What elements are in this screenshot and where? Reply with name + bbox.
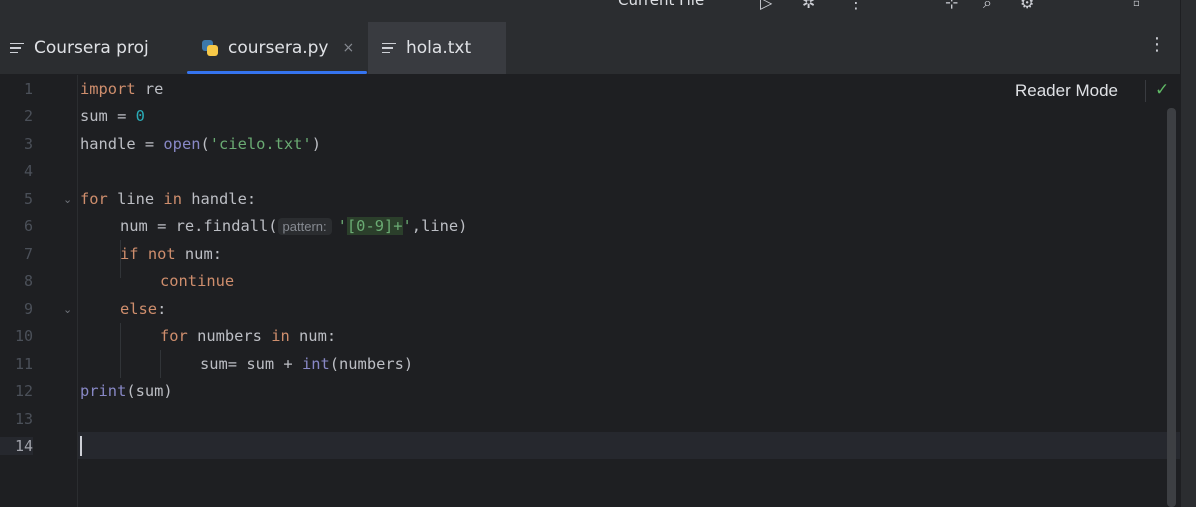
python-icon [201, 39, 219, 57]
code-line: for line in handle: [80, 190, 257, 208]
editor-tab-bar: Coursera proj coursera.py × hola.txt ⋮ [0, 22, 1180, 75]
text-lines-icon [10, 40, 24, 57]
current-line-highlight [78, 432, 1180, 459]
fold-chevron-icon[interactable]: ⌄ [63, 303, 72, 316]
run-icon[interactable]: ▷ [760, 0, 772, 12]
line-number: 6 [23, 217, 33, 235]
run-configuration-selector[interactable]: Current File ˅ [618, 0, 716, 9]
line-number-gutter[interactable]: 1 2 3 4 5 6 7 8 9 10 11 12 13 14 ⌄ ⌄ [0, 75, 78, 507]
line-number-current: 14 [0, 437, 33, 455]
line-number: 4 [23, 162, 33, 180]
code-line: continue [160, 272, 235, 290]
text-caret [80, 436, 82, 456]
line-number: 12 [14, 382, 33, 400]
tab-actions-more-icon[interactable]: ⋮ [1148, 36, 1166, 54]
divider [1145, 80, 1146, 102]
line-number: 8 [23, 272, 33, 290]
code-line: handle = open('cielo.txt') [80, 135, 321, 153]
regex-injection: [0-9]+ [346, 217, 403, 235]
active-tab-indicator [187, 71, 367, 74]
line-number: 7 [23, 245, 33, 263]
code-line: print(sum) [80, 382, 173, 400]
code-line: num = re.findall(pattern: '[0-9]+',line) [120, 217, 468, 235]
line-number: 11 [14, 355, 33, 373]
code-line: sum = 0 [80, 107, 145, 125]
code-line: import re [80, 80, 164, 98]
line-number: 13 [14, 410, 33, 428]
reader-mode-button[interactable]: Reader Mode [1015, 81, 1118, 101]
code-editor[interactable]: import re sum = 0 handle = open('cielo.t… [78, 75, 1180, 507]
more-actions-icon[interactable]: ⋮ [848, 0, 864, 12]
tab-label: Coursera proj [34, 38, 149, 58]
main-toolbar: Current File ˅ ▷ ✲ ⋮ ⊹ ⌕ ⚙ ▫ [0, 0, 1196, 22]
debug-icon[interactable]: ✲ [802, 0, 815, 12]
line-number: 10 [14, 327, 33, 345]
tab-coursera-py[interactable]: coursera.py × [187, 22, 367, 74]
line-number: 2 [23, 107, 33, 125]
text-lines-icon [382, 40, 396, 57]
line-number: 3 [23, 135, 33, 153]
tab-hola-txt[interactable]: hola.txt [368, 22, 506, 74]
search-icon[interactable]: ⌕ [983, 0, 992, 13]
add-user-icon[interactable]: ⊹ [945, 0, 958, 12]
fold-chevron-icon[interactable]: ⌄ [63, 193, 72, 206]
checkmark-icon[interactable]: ✓ [1155, 80, 1169, 100]
code-line: sum= sum + int(numbers) [200, 355, 414, 373]
vertical-scrollbar[interactable] [1167, 108, 1176, 507]
tab-label: coursera.py [228, 38, 329, 58]
line-number: 9 [23, 300, 33, 318]
line-number: 5 [23, 190, 33, 208]
line-number: 1 [23, 80, 33, 98]
settings-icon[interactable]: ⚙ [1020, 0, 1034, 12]
parameter-hint: pattern: [277, 218, 332, 235]
window-restore-icon[interactable]: ▫ [1133, 0, 1140, 9]
close-icon[interactable]: × [343, 40, 355, 56]
code-line: else: [120, 300, 167, 318]
tab-label: hola.txt [406, 38, 472, 58]
code-line: if not num: [120, 245, 222, 263]
tab-coursera-proj[interactable]: Coursera proj [10, 22, 170, 74]
code-line: for numbers in num: [160, 327, 337, 345]
indent-guide [160, 350, 161, 378]
indent-guide [120, 323, 121, 378]
right-tool-strip [1180, 0, 1196, 507]
